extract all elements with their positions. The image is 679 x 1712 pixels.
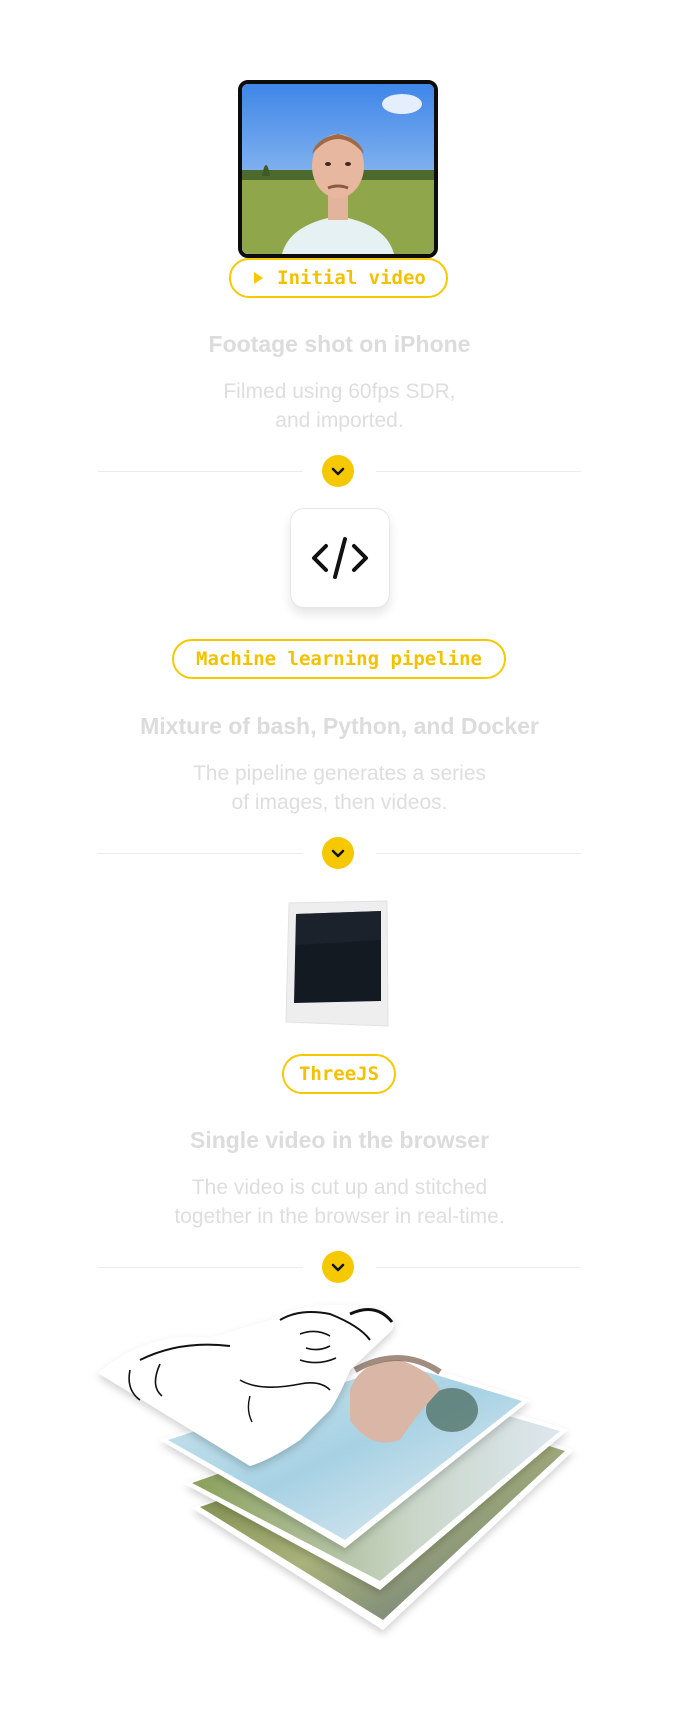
initial-video-thumbnail[interactable] [238, 80, 438, 258]
initial-video-pill[interactable]: Initial video [229, 258, 448, 298]
polaroid-image [285, 900, 389, 1027]
step-heading: Footage shot on iPhone [208, 331, 471, 357]
pill-label: Initial video [277, 267, 426, 289]
divider-line [376, 1267, 581, 1268]
step-description-line: of images, then videos. [231, 791, 448, 814]
step-description-line: The video is cut up and stitched [191, 1176, 488, 1199]
divider-chevron [322, 1251, 354, 1283]
chevron-down-icon [331, 849, 345, 858]
divider-chevron [322, 455, 354, 487]
video-frame-image [242, 84, 434, 254]
divider-line [98, 853, 303, 854]
chevron-down-icon [331, 467, 345, 476]
pill-label: ThreeJS [298, 1063, 380, 1085]
code-tile [290, 508, 390, 608]
play-icon [254, 272, 264, 284]
step-description-line: Filmed using 60fps SDR, [223, 380, 456, 403]
divider-line [98, 471, 303, 472]
step-heading: Mixture of bash, Python, and Docker [140, 713, 539, 739]
step-heading: Single video in the browser [189, 1127, 490, 1153]
threejs-pill: ThreeJS [282, 1054, 396, 1094]
chevron-down-icon [331, 1263, 345, 1272]
divider-line [98, 1267, 303, 1268]
code-icon [312, 537, 368, 579]
ml-pipeline-pill: Machine learning pipeline [172, 639, 506, 679]
divider-line [376, 853, 581, 854]
step-description-line: together in the browser in real-time. [174, 1205, 505, 1228]
pill-label: Machine learning pipeline [196, 648, 482, 670]
step-description-line: and imported. [275, 409, 404, 432]
divider-line [376, 471, 581, 472]
stacked-layers-illustration [98, 1304, 574, 1630]
divider-chevron [322, 837, 354, 869]
step-description-line: The pipeline generates a series [192, 762, 486, 785]
